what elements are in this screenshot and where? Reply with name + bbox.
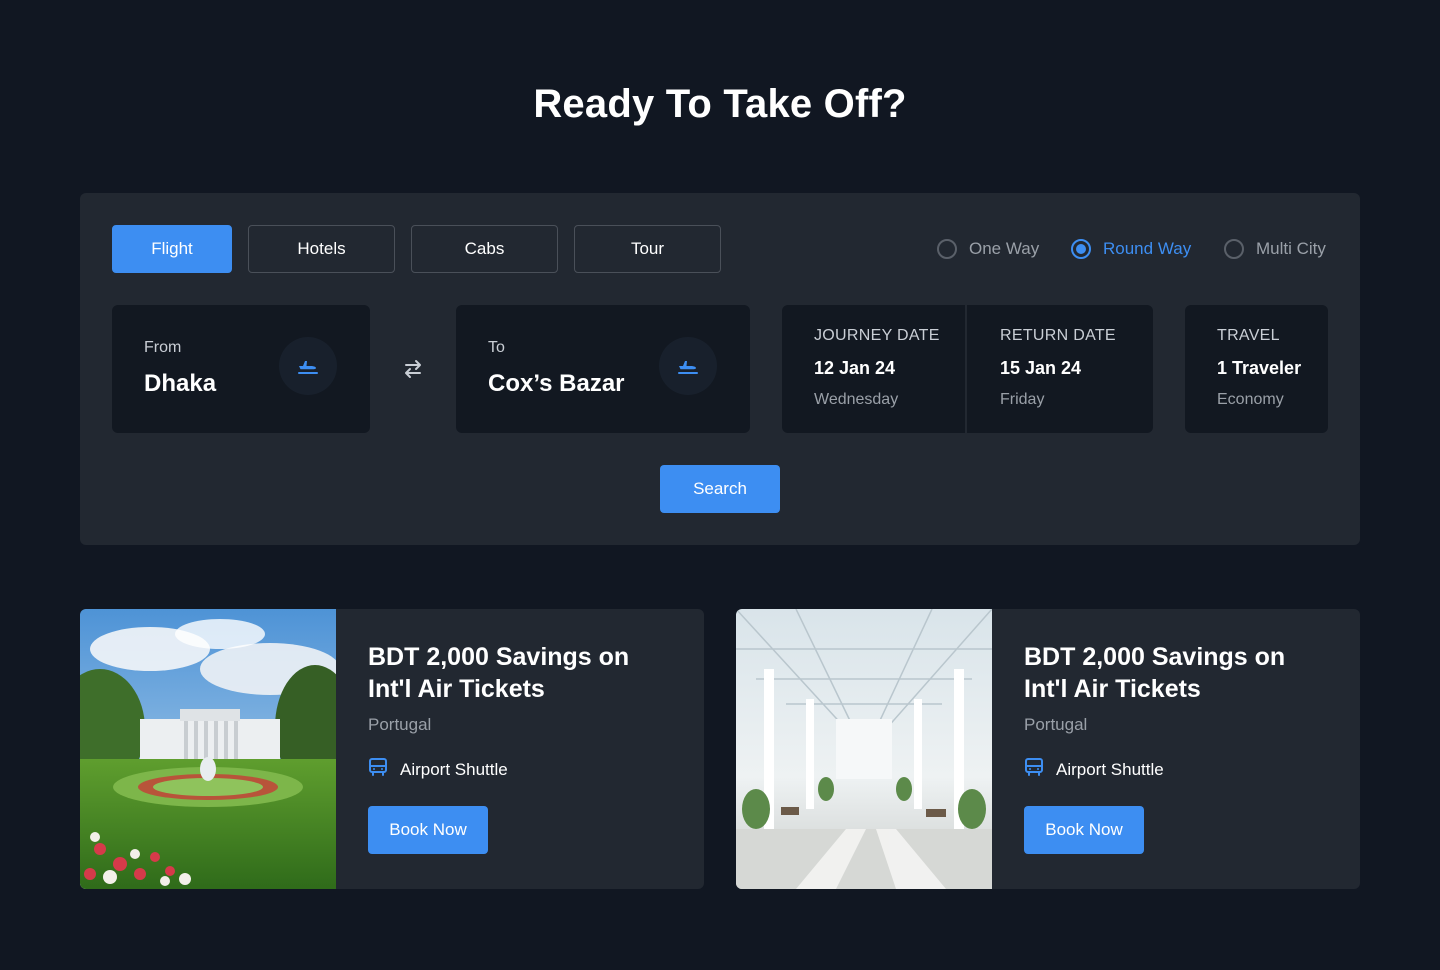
airport-terminal-interior-photo: [736, 609, 992, 889]
journey-date-label: JOURNEY DATE: [814, 327, 940, 344]
book-now-button[interactable]: Book Now: [368, 806, 488, 854]
to-value[interactable]: Cox’s Bazar: [488, 370, 625, 398]
tab-flight[interactable]: Flight: [112, 225, 232, 273]
book-now-button[interactable]: Book Now: [1024, 806, 1144, 854]
from-field[interactable]: From Dhaka: [112, 305, 370, 433]
offer-location: Portugal: [1024, 715, 1088, 734]
tab-hotels[interactable]: Hotels: [248, 225, 395, 273]
journey-date-field[interactable]: JOURNEY DATE 12 Jan 24 Wednesday: [782, 305, 967, 433]
return-date-field[interactable]: RETURN DATE 15 Jan 24 Friday: [968, 305, 1153, 433]
journey-day: Wednesday: [814, 391, 899, 408]
offer-card: BDT 2,000 Savings on Int'l Air Tickets P…: [80, 609, 704, 889]
from-label: From: [144, 339, 182, 356]
tab-tour[interactable]: Tour: [574, 225, 721, 273]
airplane-departure-icon: [279, 337, 337, 395]
traveler-count: 1 Traveler: [1217, 358, 1302, 378]
date-field: JOURNEY DATE 12 Jan 24 Wednesday RETURN …: [782, 305, 1153, 433]
offer-title: BDT 2,000 Savings on Int'l Air Tickets: [1024, 643, 1286, 703]
return-date-value: 15 Jan 24: [1000, 358, 1082, 378]
airplane-departure-icon: [659, 337, 717, 395]
return-date-label: RETURN DATE: [1000, 327, 1116, 344]
amenity-label: Airport Shuttle: [400, 759, 508, 779]
trip-type-label: One Way: [969, 239, 1040, 258]
white-house-garden-photo: [80, 609, 336, 889]
radio-unselected-icon[interactable]: [1224, 239, 1244, 259]
trip-type-one-way[interactable]: One Way: [937, 237, 1039, 261]
search-button[interactable]: Search: [660, 465, 780, 513]
trip-type-multi-city[interactable]: Multi City: [1224, 237, 1326, 261]
travel-label: TRAVEL: [1217, 327, 1280, 344]
radio-unselected-icon[interactable]: [937, 239, 957, 259]
trip-type-label: Multi City: [1256, 239, 1326, 258]
to-label: To: [488, 339, 505, 356]
bus-icon: [368, 757, 388, 782]
travel-class: Economy: [1217, 391, 1284, 408]
bus-icon: [1024, 757, 1044, 782]
amenity: Airport Shuttle: [368, 757, 678, 782]
trip-type-round-way[interactable]: Round Way: [1071, 237, 1191, 261]
travelers-field[interactable]: TRAVEL 1 Traveler Economy: [1185, 305, 1328, 433]
offer-title: BDT 2,000 Savings on Int'l Air Tickets: [368, 643, 630, 703]
page-title: Ready To Take Off?: [533, 82, 907, 126]
return-day: Friday: [1000, 391, 1045, 408]
swap-arrows-icon[interactable]: [400, 357, 426, 381]
trip-type-label: Round Way: [1103, 239, 1192, 258]
tab-cabs[interactable]: Cabs: [411, 225, 558, 273]
journey-date-value: 12 Jan 24: [814, 358, 896, 378]
amenity: Airport Shuttle: [1024, 757, 1334, 782]
amenity-label: Airport Shuttle: [1056, 759, 1164, 779]
offer-card: BDT 2,000 Savings on Int'l Air Tickets P…: [736, 609, 1360, 889]
to-field[interactable]: To Cox’s Bazar: [456, 305, 750, 433]
from-value[interactable]: Dhaka: [144, 370, 216, 398]
radio-selected-icon[interactable]: [1071, 239, 1091, 259]
search-panel: Flight Hotels Cabs Tour One Way Round Wa…: [80, 193, 1360, 545]
offer-location: Portugal: [368, 715, 432, 734]
